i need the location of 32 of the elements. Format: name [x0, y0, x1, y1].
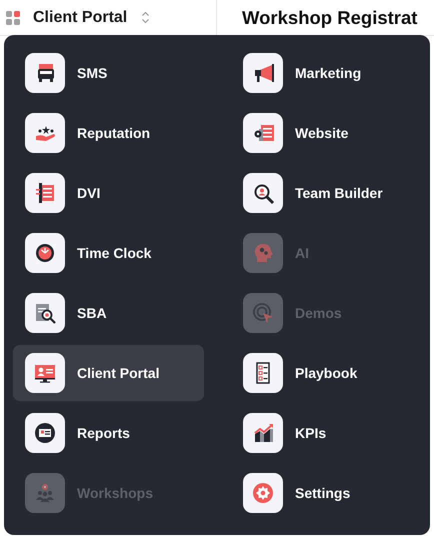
monitor-profile-icon [25, 353, 65, 393]
menu-item[interactable]: Client Portal [13, 345, 204, 401]
hand-stars-icon [25, 113, 65, 153]
chevron-updown-icon[interactable] [141, 11, 150, 24]
document-gear-icon [243, 113, 283, 153]
people-gear-icon [25, 473, 65, 513]
clock-icon [25, 233, 65, 273]
target-cursor-icon [243, 293, 283, 333]
menu-item[interactable]: Reports [13, 405, 204, 461]
menu-item[interactable]: DVI [13, 165, 204, 221]
menu-item[interactable]: SBA [13, 285, 204, 341]
menu-item[interactable]: Reputation [13, 105, 204, 161]
menu-item[interactable]: Website [231, 105, 422, 161]
page-title: Workshop Registrat [242, 6, 418, 28]
menu-item[interactable]: SMS [13, 45, 204, 101]
menu-item[interactable]: Settings [231, 465, 422, 521]
menu-item[interactable]: KPIs [231, 405, 422, 461]
menu-item[interactable]: Playbook [231, 345, 422, 401]
menu-item[interactable]: Time Clock [13, 225, 204, 281]
magnifier-document-icon [25, 293, 65, 333]
checklist-icon [243, 353, 283, 393]
app-name[interactable]: Client Portal [33, 8, 128, 26]
document-list-icon [25, 173, 65, 213]
apps-icon [6, 10, 20, 24]
menu-item[interactable]: Marketing [231, 45, 422, 101]
menu-item[interactable]: Team Builder [231, 165, 422, 221]
head-gears-icon [243, 233, 283, 273]
gear-icon [243, 473, 283, 513]
magnifier-person-icon [243, 173, 283, 213]
card-icon [25, 413, 65, 453]
truck-icon [25, 53, 65, 93]
megaphone-icon [243, 53, 283, 93]
